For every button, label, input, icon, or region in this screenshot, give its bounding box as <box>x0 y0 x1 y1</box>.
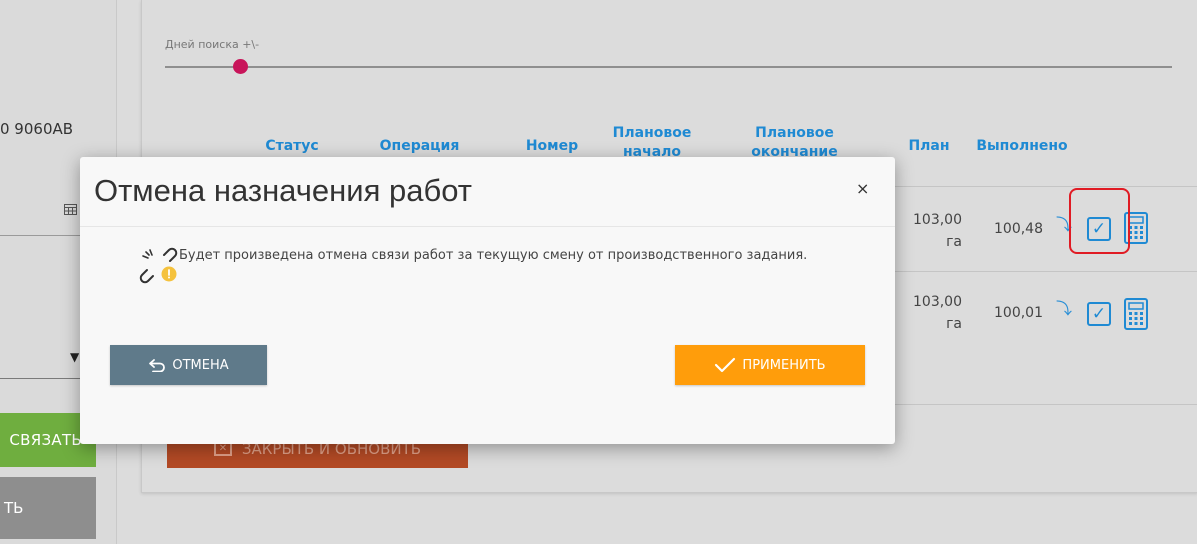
row1-plan: 103,00 га <box>913 212 962 250</box>
cancel-button[interactable]: ОТМЕНА <box>110 345 267 385</box>
search-days-slider-track[interactable] <box>165 66 1172 68</box>
header-plan[interactable]: План <box>904 137 954 156</box>
header-operation[interactable]: Операция <box>372 137 467 156</box>
row1-done: 100,48 <box>994 221 1043 237</box>
dropdown-arrow-icon[interactable]: ▼ <box>70 350 79 364</box>
search-days-slider-knob[interactable] <box>233 59 248 74</box>
search-days-label: Дней поиска +\- <box>165 38 260 51</box>
row2-checkbox[interactable]: ✓ <box>1087 302 1111 326</box>
unlink-warning-icon <box>138 244 180 290</box>
cancel-assignment-dialog: Отмена назначения работ × Будет произвед… <box>80 157 895 444</box>
row2-done: 100,01 <box>994 305 1043 321</box>
dialog-divider <box>80 226 895 227</box>
close-box-icon: ✕ <box>213 442 232 456</box>
dialog-title: Отмена назначения работ <box>94 173 472 208</box>
row2-calculator-icon[interactable] <box>1124 298 1148 334</box>
row-divider <box>892 404 1197 405</box>
calendar-icon[interactable] <box>64 203 77 219</box>
cancel-button-label: ОТМЕНА <box>172 357 229 373</box>
close-icon[interactable]: × <box>856 179 869 198</box>
row2-plan: 103,00 га <box>913 294 962 332</box>
undo-icon <box>149 359 166 372</box>
header-status[interactable]: Статус <box>262 137 322 156</box>
row-divider <box>892 271 1197 272</box>
apply-button[interactable]: ПРИМЕНИТЬ <box>675 345 865 385</box>
apply-button-label: ПРИМЕНИТЬ <box>742 357 826 373</box>
header-done[interactable]: Выполнено <box>972 137 1072 156</box>
dialog-message: Будет произведена отмена связи работ за … <box>179 248 808 263</box>
header-number[interactable]: Номер <box>517 137 587 156</box>
row1-checkbox-highlight <box>1069 188 1130 254</box>
row2-link-arrow-icon: ⤵ <box>1056 299 1073 318</box>
check-icon <box>715 357 736 373</box>
row-divider <box>892 186 1197 187</box>
vehicle-code: 0 9060AB <box>0 120 74 138</box>
secondary-button[interactable]: ТЬ <box>0 477 96 539</box>
